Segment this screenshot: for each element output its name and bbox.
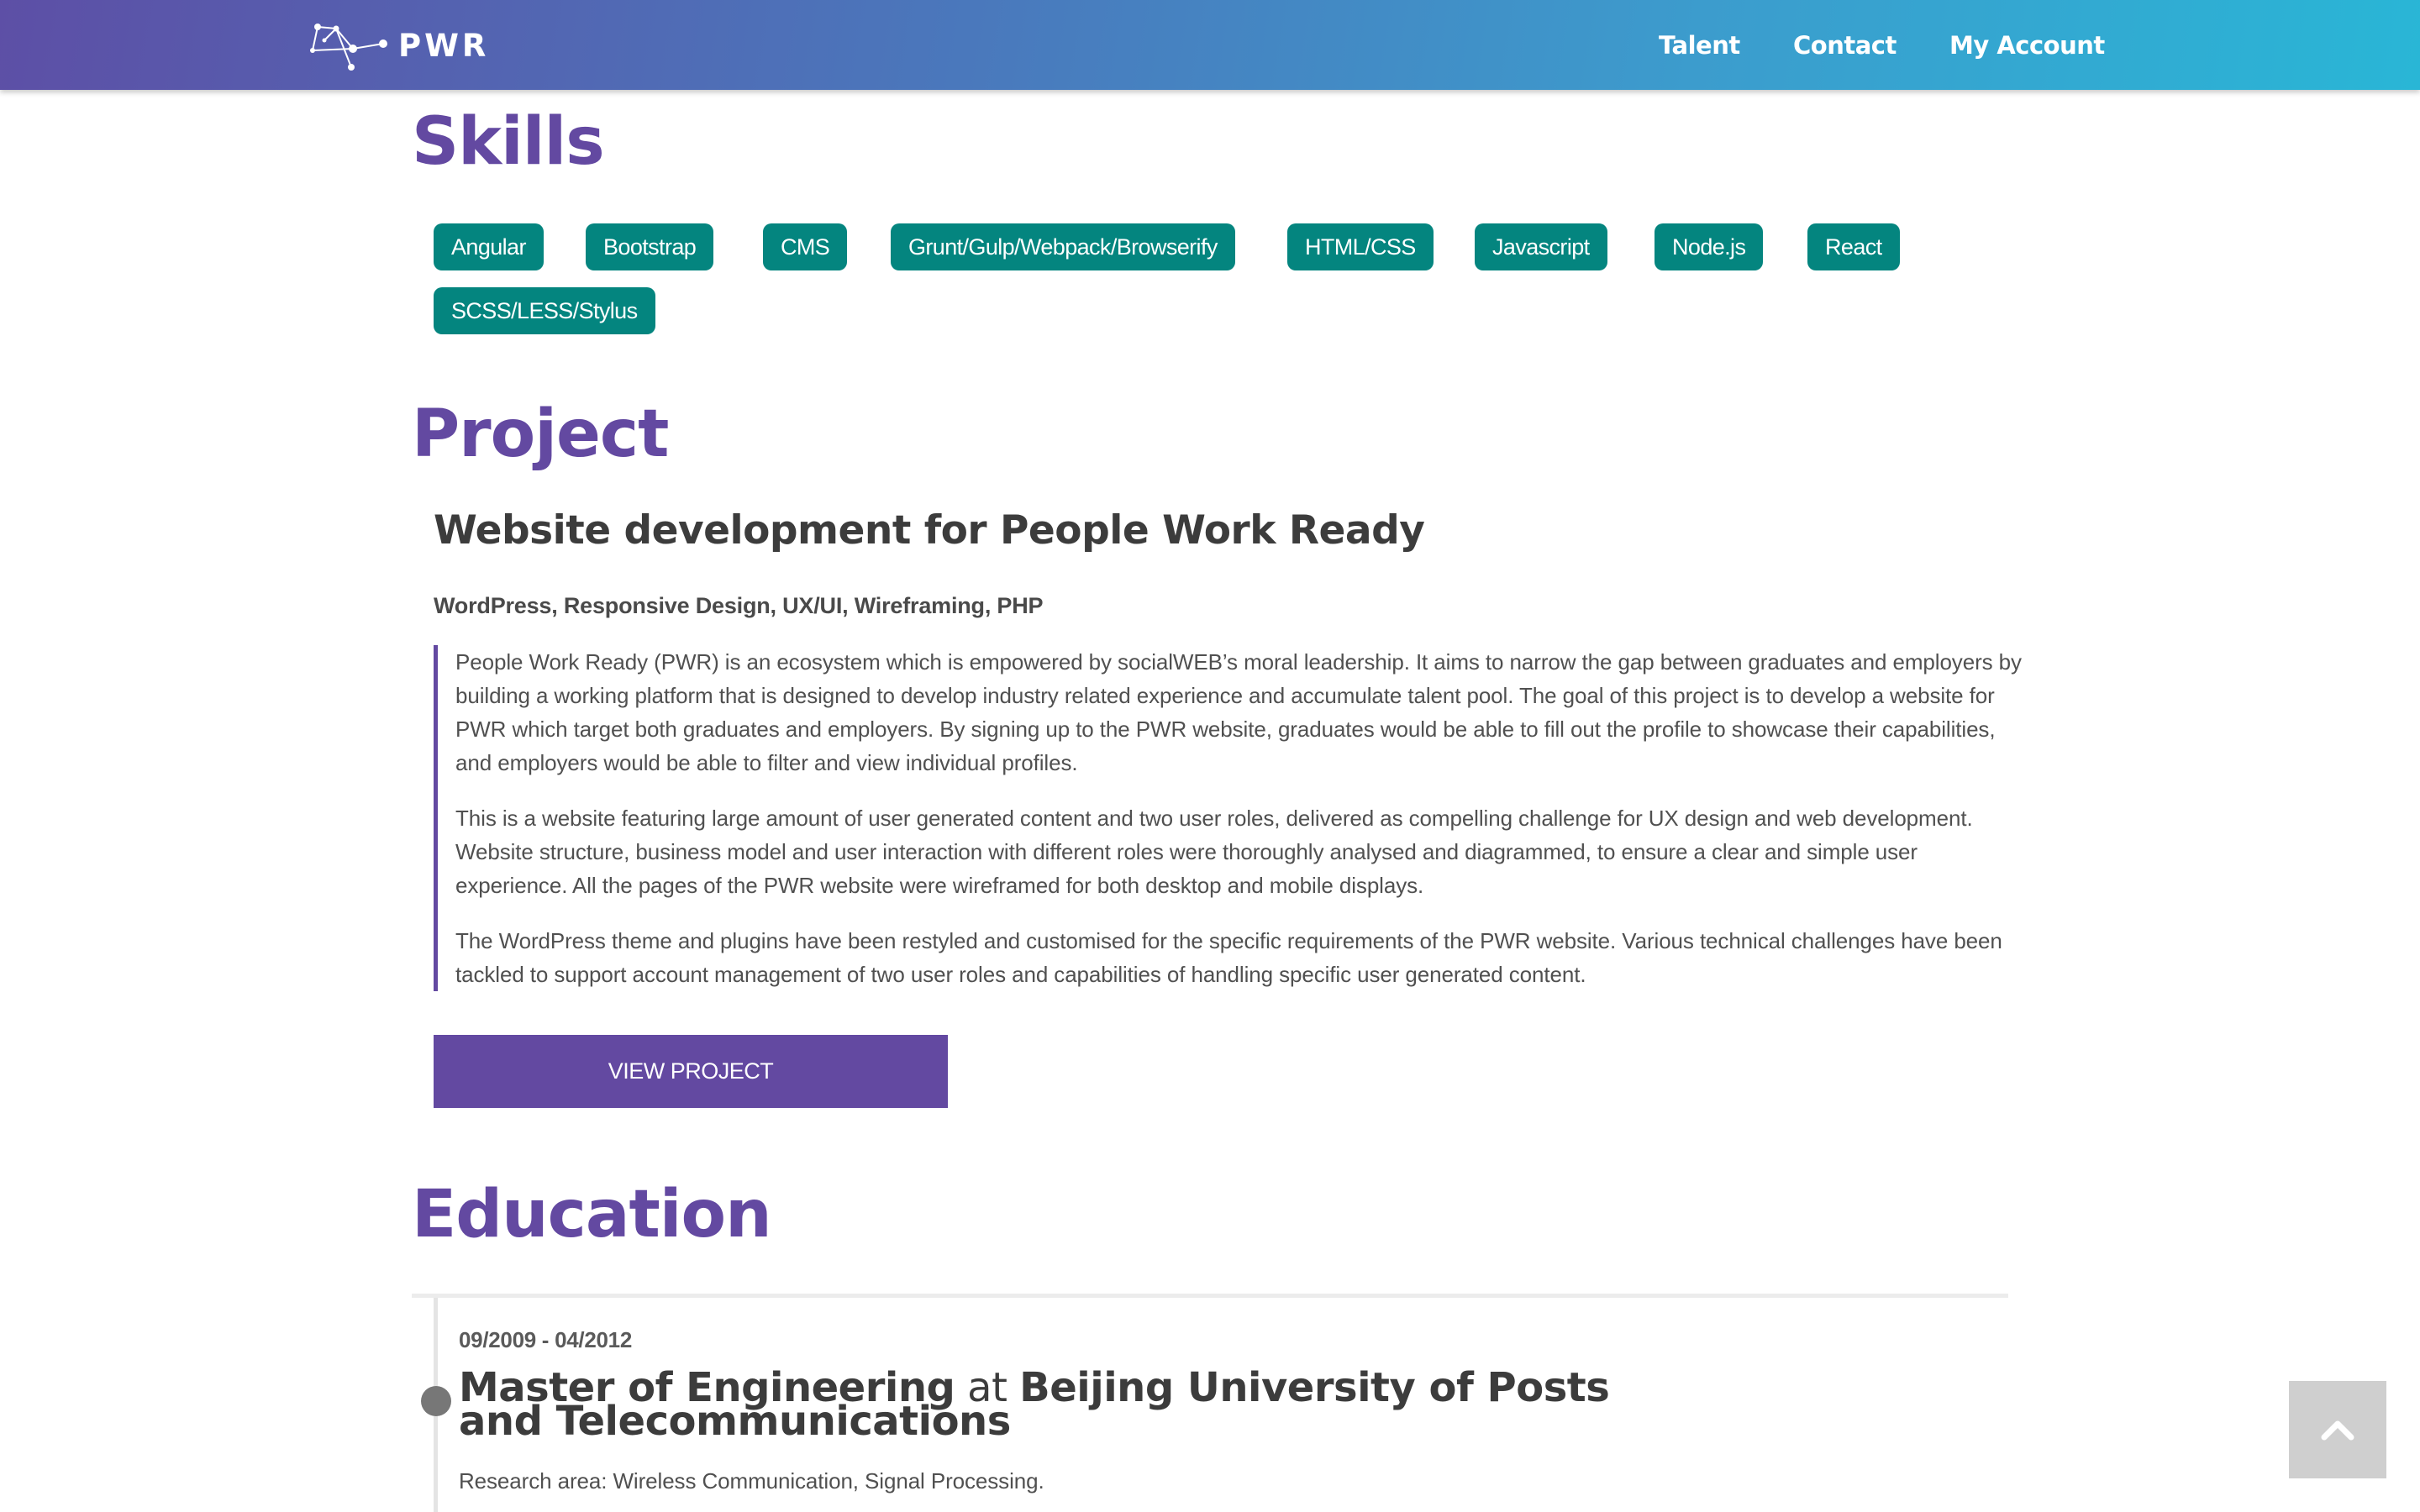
skill-tag-cms[interactable]: CMS — [763, 223, 848, 270]
education-heading: Education — [412, 1177, 772, 1252]
project-technologies: WordPress, Responsive Design, UX/UI, Wir… — [434, 593, 1044, 618]
education-date: 09/2009 - 04/2012 — [459, 1327, 632, 1352]
project-heading: Project — [412, 396, 669, 472]
network-constellation-icon — [310, 24, 387, 71]
skill-tag-html-css[interactable]: HTML/CSS — [1287, 223, 1434, 270]
chevron-up-icon — [2321, 1420, 2354, 1441]
skill-tag-javascript[interactable]: Javascript — [1475, 223, 1607, 270]
nav-item-my-account: My Account — [1949, 0, 2105, 90]
skill-tag-angular[interactable]: Angular — [434, 223, 544, 270]
skill-tag-nodejs[interactable]: Node.js — [1655, 223, 1764, 270]
project-paragraph: The WordPress theme and plugins have bee… — [455, 928, 2002, 987]
timeline-dot — [421, 1386, 451, 1416]
view-project-button[interactable]: VIEW PROJECT — [434, 1035, 948, 1108]
top-navigation-bar: PWR Talent Contact My Account — [0, 0, 2420, 90]
skills-heading: Skills — [412, 104, 605, 180]
project-paragraph: This is a website featuring large amount… — [455, 806, 1973, 898]
project-description: People Work Ready (PWR) is an ecosystem … — [434, 645, 2035, 991]
education-divider — [412, 1294, 2008, 1298]
education-description: Research area: Wireless Communication, S… — [459, 1468, 1044, 1494]
nav-item-talent: Talent — [1659, 0, 1740, 90]
skill-tag-build-tools[interactable]: Grunt/Gulp/Webpack/Browserify — [891, 223, 1235, 270]
education-title: Master of Engineering at Beijing Univers… — [459, 1368, 1635, 1441]
skill-tag-react[interactable]: React — [1807, 223, 1900, 270]
pwr-logo[interactable]: PWR — [309, 18, 489, 72]
logo-text: PWR — [398, 27, 490, 64]
project-paragraph: People Work Ready (PWR) is an ecosystem … — [455, 649, 2022, 775]
nav-link-contact[interactable]: Contact — [1793, 31, 1897, 60]
back-to-top-button[interactable] — [2289, 1381, 2386, 1478]
nav-item-contact: Contact — [1793, 0, 1897, 90]
skill-tag-bootstrap[interactable]: Bootstrap — [586, 223, 714, 270]
nav-link-talent[interactable]: Talent — [1659, 31, 1740, 60]
skill-tag-css-preprocessors[interactable]: SCSS/LESS/Stylus — [434, 287, 655, 334]
nav-link-my-account[interactable]: My Account — [1949, 31, 2105, 60]
project-name: Website development for People Work Read… — [434, 507, 1425, 554]
